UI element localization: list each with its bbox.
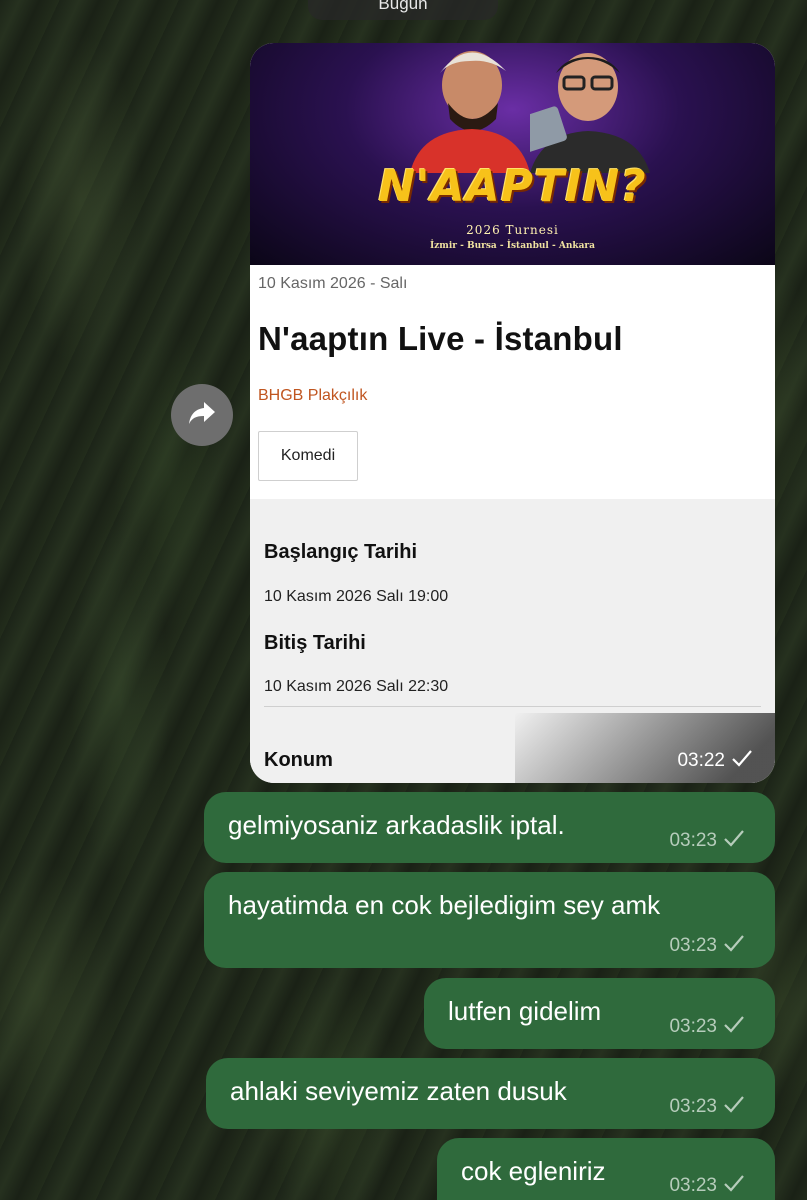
checkmark-icon [723,829,745,853]
end-date-value: 10 Kasım 2026 Salı 22:30 [264,678,449,695]
message-meta: 03:23 [669,829,745,853]
end-date-label: Bitiş Tarihi [264,632,366,654]
message-time: 03:23 [669,1096,717,1117]
message-meta: 03:23 [669,1015,745,1039]
checkmark-icon [723,1174,745,1198]
event-organizer[interactable]: BHGB Plakçılık [258,387,367,405]
message-time: 03:23 [669,830,717,851]
event-title[interactable]: N'aaptın Live - İstanbul [258,320,623,358]
message-text: lutfen gidelim [448,996,602,1026]
location-label: Konum [264,749,333,771]
event-date: 10 Kasım 2026 - Salı [258,275,408,292]
message-text: hayatimda en cok bejledigim sey amk [228,890,661,920]
checkmark-icon [723,1095,745,1119]
message-time: 03:22 [677,750,725,771]
poster-person-right [530,53,650,173]
divider [264,706,761,707]
poster-title: N'AAPTIN? [378,161,647,212]
message-bubble[interactable]: lutfen gidelim 03:23 [424,978,775,1049]
checkmark-icon [723,934,745,958]
message-bubble[interactable]: gelmiyosaniz arkadaslik iptal. 03:23 [204,792,775,863]
message-meta: 03:23 [669,1095,745,1119]
start-date-label: Başlangıç Tarihi [264,541,418,563]
checkmark-icon [723,1015,745,1039]
start-date-value: 10 Kasım 2026 Salı 19:00 [264,588,449,605]
poster-person-left [410,51,530,173]
message-time: 03:23 [669,935,717,956]
message-meta: 03:23 [669,1174,745,1198]
message-time: 03:23 [669,1175,717,1196]
message-text: cok egleniriz [461,1156,606,1186]
card-meta: 03:22 [677,749,753,773]
event-share-card[interactable]: N'AAPTIN? 2026 Turnesi İzmir - Bursa - İ… [250,43,775,783]
poster-cities: İzmir - Bursa - İstanbul - Ankara [429,241,596,251]
forward-icon [187,400,217,431]
event-poster: N'AAPTIN? 2026 Turnesi İzmir - Bursa - İ… [250,43,775,265]
message-bubble[interactable]: hayatimda en cok bejledigim sey amk 03:2… [204,872,775,968]
message-meta: 03:23 [669,934,745,958]
message-text: gelmiyosaniz arkadaslik iptal. [228,810,565,840]
message-bubble[interactable]: ahlaki seviyemiz zaten dusuk 03:23 [206,1058,775,1129]
message-bubble[interactable]: cok egleniriz 03:23 [437,1138,775,1200]
poster-tour: 2026 Turnesi [466,223,559,237]
message-time: 03:23 [669,1016,717,1037]
checkmark-icon [731,749,753,773]
forward-button[interactable] [171,384,233,446]
category-tag[interactable]: Komedi [258,431,358,481]
message-text: ahlaki seviyemiz zaten dusuk [230,1076,567,1106]
date-chip: Bugün [308,0,498,20]
